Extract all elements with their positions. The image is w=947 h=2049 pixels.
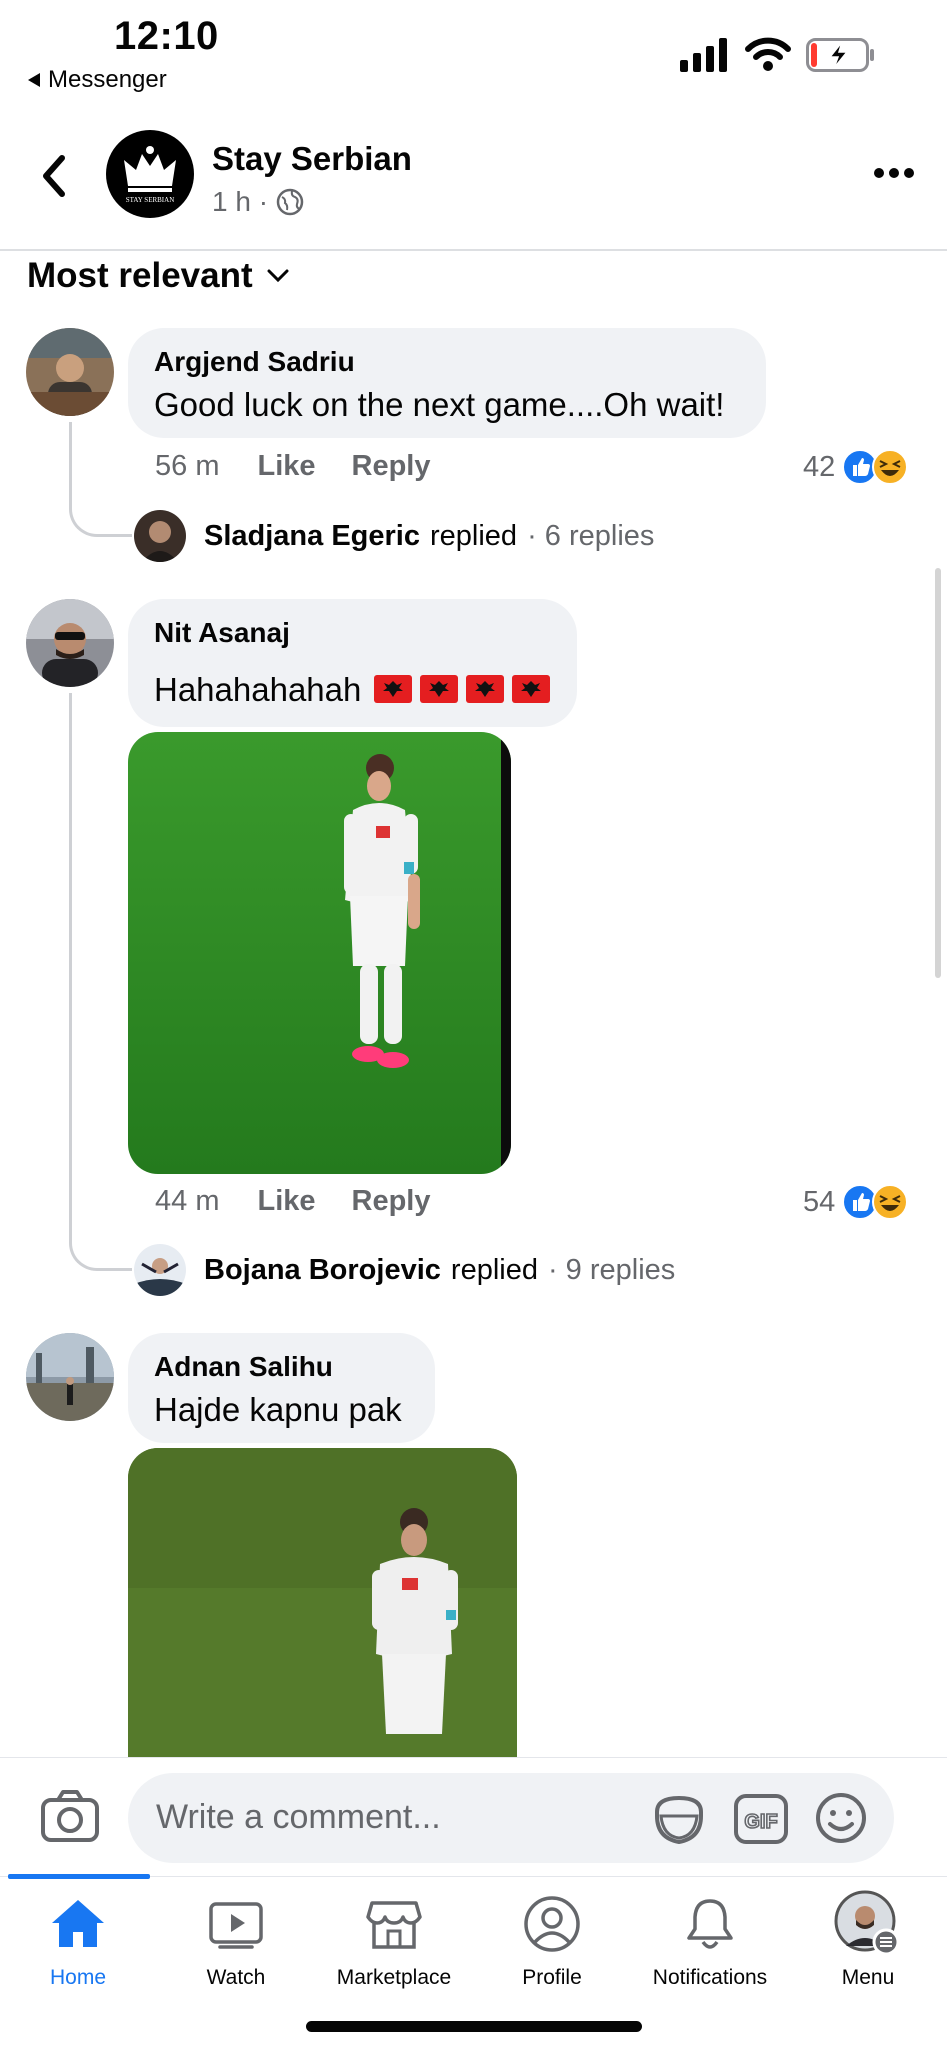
- view-replies-link[interactable]: Bojana Borojevic replied · 9 replies: [204, 1254, 675, 1287]
- back-to-app-link[interactable]: Messenger: [28, 66, 167, 94]
- back-triangle-icon: [28, 73, 40, 87]
- header-divider: [0, 249, 947, 251]
- svg-text:STAY SERBIAN: STAY SERBIAN: [126, 196, 175, 204]
- marketplace-icon: [366, 1901, 422, 1949]
- reaction-summary[interactable]: 54: [803, 1183, 909, 1221]
- tab-label: Home: [49, 1966, 107, 1989]
- svg-text:GIF: GIF: [744, 1811, 777, 1833]
- battery-icon: [806, 38, 874, 72]
- reaction-count: 54: [803, 1185, 836, 1218]
- globe-icon: [276, 188, 304, 216]
- comment-placeholder: Write a comment...: [156, 1798, 441, 1836]
- comment-photo[interactable]: [128, 732, 511, 1174]
- commenter-avatar[interactable]: [26, 328, 114, 416]
- post-age: 1 h ·: [212, 186, 269, 217]
- albania-flag-icon: [374, 675, 412, 703]
- comment-bubble[interactable]: Argjend Sadriu Good luck on the next gam…: [128, 328, 766, 438]
- albania-flag-icon: [420, 675, 458, 703]
- tab-watch[interactable]: Watch: [156, 1888, 316, 1990]
- replied-word: replied: [450, 1254, 538, 1286]
- comment-actions: 56 m Like Reply: [155, 450, 467, 483]
- tab-profile[interactable]: Profile: [472, 1888, 632, 1990]
- comment-text: Hahahahahah: [154, 671, 362, 708]
- like-button[interactable]: Like: [257, 450, 315, 483]
- reply-button[interactable]: Reply: [352, 1185, 431, 1218]
- status-time: 12:10: [114, 14, 219, 58]
- sort-label: Most relevant: [27, 256, 253, 295]
- tab-label: Watch: [206, 1966, 266, 1989]
- comment-photo[interactable]: [128, 1448, 517, 1788]
- signal-icon: [680, 38, 727, 72]
- replier-name: Bojana Borojevic: [204, 1254, 441, 1286]
- more-options-icon[interactable]: [872, 158, 916, 188]
- crown-logo-icon: STAY SERBIAN: [124, 146, 176, 204]
- page-avatar[interactable]: STAY SERBIAN: [106, 130, 194, 218]
- reaction-summary[interactable]: 42: [803, 448, 909, 486]
- albania-flag-icon: [512, 675, 550, 703]
- replier-name: Sladjana Egeric: [204, 520, 420, 552]
- comment-text: Hajde kapnu pak: [154, 1391, 402, 1428]
- sort-dropdown[interactable]: Most relevant: [27, 256, 289, 296]
- wifi-icon: [745, 37, 791, 71]
- chevron-down-icon: [267, 269, 289, 283]
- reply-button[interactable]: Reply: [352, 450, 431, 483]
- tab-label: Profile: [522, 1966, 582, 1989]
- replied-word: replied: [430, 520, 518, 552]
- comment-time: 56 m: [155, 450, 220, 482]
- haha-reaction-icon: [872, 1184, 909, 1220]
- comment-author[interactable]: Adnan Salihu: [154, 1351, 333, 1383]
- replies-count: · 6 replies: [527, 520, 655, 552]
- back-app-label: Messenger: [48, 66, 167, 93]
- reaction-count: 42: [803, 450, 836, 483]
- comment-text: Good luck on the next game....Oh wait!: [154, 386, 725, 423]
- tab-marketplace[interactable]: Marketplace: [314, 1888, 474, 1990]
- comment-bubble[interactable]: Adnan Salihu Hajde kapnu pak: [128, 1333, 435, 1443]
- back-arrow-icon[interactable]: [36, 150, 76, 202]
- haha-reaction-icon: [872, 449, 909, 485]
- page-title[interactable]: Stay Serbian: [212, 140, 412, 178]
- comment-bubble[interactable]: Nit Asanaj Hahahahahah: [128, 599, 577, 727]
- like-button[interactable]: Like: [257, 1185, 315, 1218]
- tab-notifications[interactable]: Notifications: [630, 1888, 790, 1990]
- flag-emojis: [374, 675, 550, 703]
- thread-connector: [69, 693, 132, 1271]
- tab-home[interactable]: Home: [0, 1888, 158, 1990]
- home-icon: [52, 1900, 104, 1947]
- camera-icon[interactable]: [40, 1788, 100, 1844]
- tab-label: Notifications: [652, 1966, 768, 1989]
- replies-count: · 9 replies: [547, 1254, 676, 1286]
- scrollbar[interactable]: [935, 568, 941, 978]
- comment-author[interactable]: Nit Asanaj: [154, 617, 290, 649]
- active-tab-indicator: [8, 1874, 150, 1879]
- avatar-menu-icon: [834, 1890, 900, 1956]
- thread-connector: [69, 422, 132, 537]
- comment-actions: 44 m Like Reply: [155, 1185, 467, 1218]
- albania-flag-icon: [466, 675, 504, 703]
- watch-icon: [209, 1902, 263, 1949]
- tab-label: Marketplace: [336, 1966, 452, 1989]
- comment-author[interactable]: Argjend Sadriu: [154, 346, 355, 378]
- commenter-avatar[interactable]: [26, 599, 114, 687]
- reply-avatar[interactable]: [134, 510, 186, 562]
- gif-icon[interactable]: GIF: [733, 1793, 789, 1845]
- avatar-sticker-icon[interactable]: [651, 1792, 707, 1848]
- home-indicator[interactable]: [306, 2021, 642, 2032]
- reply-avatar[interactable]: [134, 1244, 186, 1296]
- commenter-avatar[interactable]: [26, 1333, 114, 1421]
- tab-menu[interactable]: Menu: [788, 1888, 947, 1990]
- emoji-icon[interactable]: [814, 1791, 868, 1845]
- view-replies-link[interactable]: Sladjana Egeric replied · 6 replies: [204, 520, 654, 553]
- profile-icon: [524, 1896, 580, 1952]
- bell-icon: [687, 1899, 733, 1949]
- comment-time: 44 m: [155, 1185, 220, 1217]
- tab-label: Menu: [841, 1966, 895, 1989]
- post-meta: 1 h ·: [212, 186, 304, 218]
